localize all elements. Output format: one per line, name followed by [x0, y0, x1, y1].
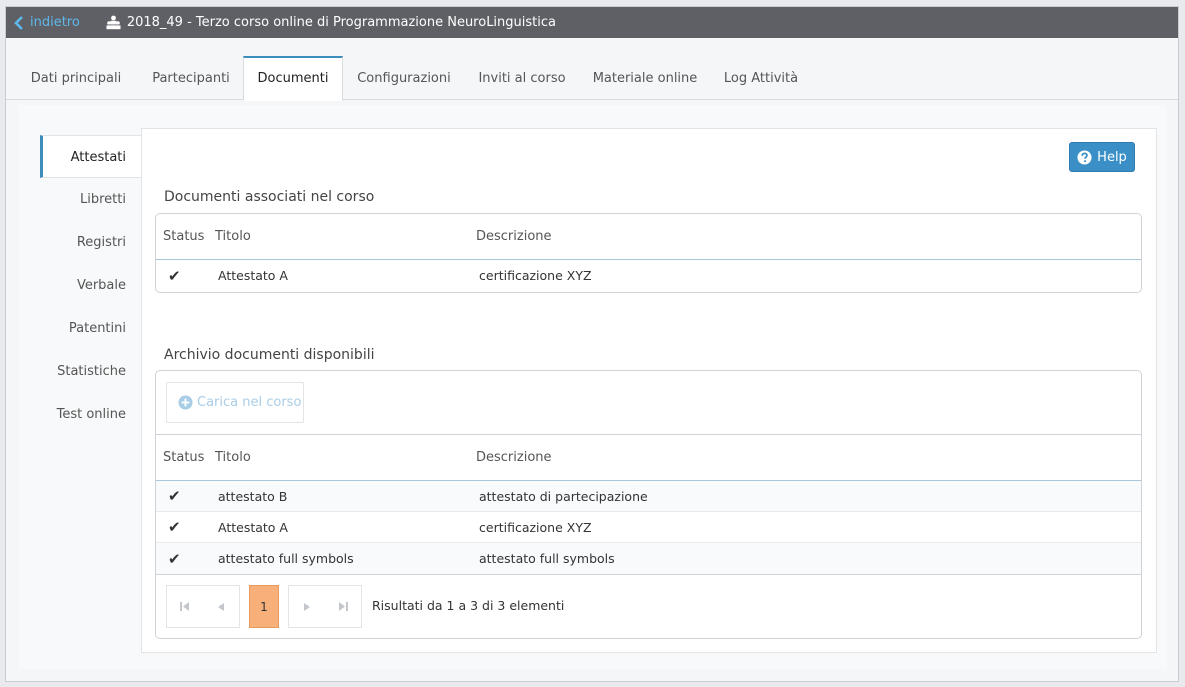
col-status: Status — [163, 450, 205, 465]
col-title: Titolo — [215, 229, 251, 244]
table-row[interactable]: ✔ Attestato A certificazione XYZ — [156, 512, 1141, 543]
people-group-icon — [106, 15, 121, 30]
side-item-libretti[interactable]: Libretti — [40, 178, 141, 221]
upload-to-course-button[interactable]: Carica nel corso — [166, 382, 304, 423]
associated-section-title: Documenti associati nel corso — [164, 189, 375, 205]
upload-label: Carica nel corso — [197, 395, 302, 410]
status-check-icon: ✔ — [168, 518, 181, 536]
help-button[interactable]: Help — [1069, 142, 1135, 172]
table-row[interactable]: ✔ attestato B attestato di partecipazion… — [156, 481, 1141, 512]
pager-next-group — [288, 585, 362, 628]
tab-materiale-online[interactable]: Materiale online — [586, 56, 704, 100]
top-bar: indietro 2018_49 - Terzo corso online di… — [6, 7, 1178, 38]
side-item-test-online[interactable]: Test online — [40, 393, 141, 436]
col-status: Status — [163, 229, 205, 244]
row-desc: attestato full symbols — [479, 551, 615, 566]
pagination: 1 Risultati da 1 a 3 di 3 elementi — [156, 574, 1141, 636]
associated-table: Status Titolo Descrizione ✔ Attestato A … — [155, 213, 1142, 293]
table-header: Status Titolo Descrizione — [156, 435, 1141, 481]
status-check-icon: ✔ — [168, 266, 181, 285]
side-item-statistiche[interactable]: Statistiche — [40, 350, 141, 393]
col-desc: Descrizione — [476, 450, 552, 465]
archive-section-title: Archivio documenti disponibili — [164, 347, 375, 363]
tab-partecipanti[interactable]: Partecipanti — [140, 56, 242, 100]
row-desc: certificazione XYZ — [479, 268, 592, 283]
question-circle-icon — [1077, 149, 1092, 165]
archive-toolbar: Carica nel corso — [156, 371, 1141, 435]
table-row[interactable]: ✔ attestato full symbols attestato full … — [156, 543, 1141, 574]
back-link[interactable]: indietro — [14, 15, 80, 30]
status-check-icon: ✔ — [168, 549, 181, 568]
main-tabs: Dati principali Partecipanti Documenti C… — [6, 38, 1178, 101]
course-title: 2018_49 - Terzo corso online di Programm… — [126, 15, 556, 30]
tab-configurazioni[interactable]: Configurazioni — [348, 56, 460, 100]
next-page-icon[interactable] — [289, 586, 325, 627]
side-item-verbale[interactable]: Verbale — [40, 264, 141, 307]
col-title: Titolo — [215, 450, 251, 465]
table-header: Status Titolo Descrizione — [156, 214, 1141, 260]
side-nav: Attestati Libretti Registri Verbale Pate… — [40, 135, 141, 436]
tab-documenti[interactable]: Documenti — [243, 56, 343, 101]
last-page-icon[interactable] — [325, 586, 361, 627]
row-desc: attestato di partecipazione — [479, 488, 648, 504]
table-row[interactable]: ✔ Attestato A certificazione XYZ — [156, 260, 1141, 291]
row-title: attestato B — [218, 488, 288, 504]
tab-log-attivita[interactable]: Log Attività — [714, 56, 808, 100]
back-label: indietro — [30, 15, 80, 30]
row-title: Attestato A — [218, 519, 288, 535]
row-title: Attestato A — [218, 268, 288, 283]
app-window: indietro 2018_49 - Terzo corso online di… — [5, 6, 1179, 682]
status-check-icon: ✔ — [168, 487, 181, 505]
side-item-registri[interactable]: Registri — [40, 221, 141, 264]
side-item-attestati[interactable]: Attestati — [40, 135, 141, 178]
tab-dati-principali[interactable]: Dati principali — [18, 56, 134, 100]
row-desc: certificazione XYZ — [479, 519, 592, 535]
prev-page-icon[interactable] — [203, 586, 239, 627]
pagination-info: Risultati da 1 a 3 di 3 elementi — [372, 598, 565, 613]
documents-panel: Help Documenti associati nel corso Statu… — [141, 128, 1157, 653]
current-page[interactable]: 1 — [249, 585, 279, 628]
archive-table: Carica nel corso Status Titolo Descrizio… — [155, 370, 1142, 639]
content-area: Attestati Libretti Registri Verbale Pate… — [19, 105, 1167, 669]
tab-inviti-al-corso[interactable]: Inviti al corso — [468, 56, 576, 100]
col-desc: Descrizione — [476, 229, 552, 244]
side-item-patentini[interactable]: Patentini — [40, 307, 141, 350]
archive-rows: ✔ attestato B attestato di partecipazion… — [156, 481, 1141, 574]
chevron-left-icon — [14, 15, 23, 30]
pager-prev-group — [166, 585, 240, 628]
plus-circle-icon — [178, 395, 193, 410]
help-label: Help — [1097, 149, 1127, 165]
row-title: attestato full symbols — [218, 551, 354, 566]
first-page-icon[interactable] — [167, 586, 203, 627]
